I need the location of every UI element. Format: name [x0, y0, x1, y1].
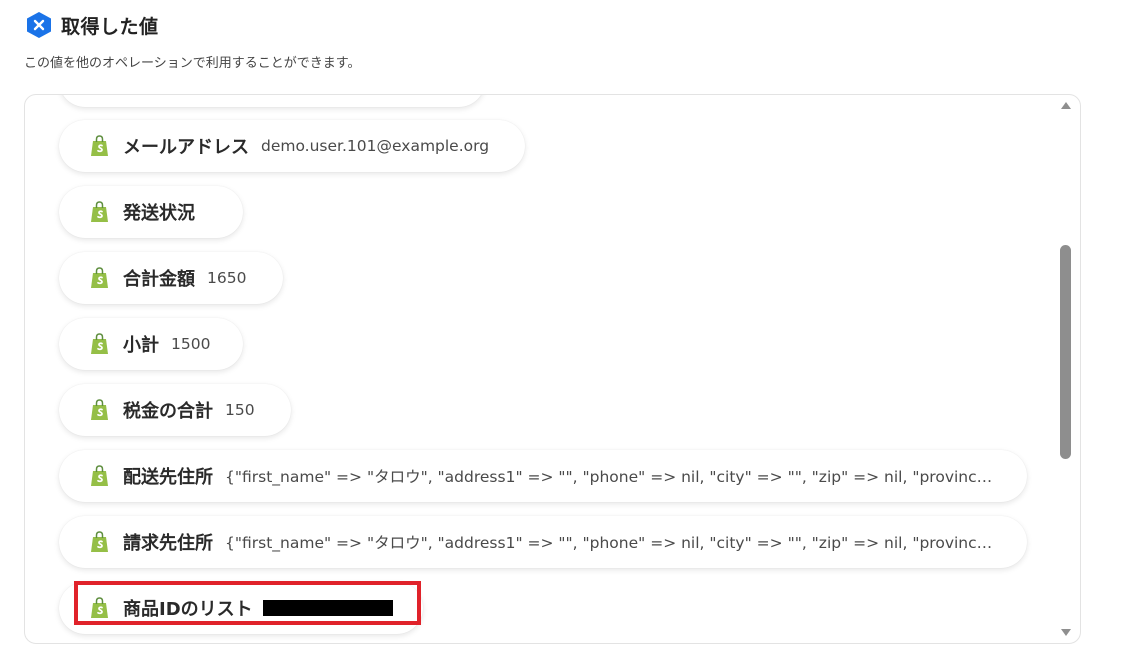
shopify-bag-icon	[91, 531, 108, 552]
shopify-bag-icon	[91, 267, 108, 288]
values-list: メールアドレス demo.user.101@example.org 発送状況 合…	[59, 95, 1040, 643]
value-item-billing-address[interactable]: 請求先住所 {"first_name" => "タロウ", "address1"…	[59, 516, 1027, 568]
scroll-up-arrow-icon[interactable]	[1061, 102, 1071, 109]
item-value: {"first_name" => "タロウ", "address1" => ""…	[225, 468, 997, 486]
shopify-bag-icon	[91, 333, 108, 354]
value-item-shipping-address[interactable]: 配送先住所 {"first_name" => "タロウ", "address1"…	[59, 450, 1027, 502]
item-label: 税金の合計	[123, 401, 213, 422]
scroll-thumb[interactable]	[1060, 245, 1071, 459]
shopify-bag-icon	[91, 201, 108, 222]
item-value: 1650	[207, 269, 247, 287]
value-item-tax-total[interactable]: 税金の合計 150	[59, 384, 291, 436]
section-title: 取得した値	[61, 15, 159, 38]
item-label: 請求先住所	[123, 533, 213, 554]
item-value: 150	[225, 401, 255, 419]
scroll-down-arrow-icon[interactable]	[1061, 629, 1071, 636]
list-item-partial[interactable]	[59, 95, 485, 107]
values-panel: メールアドレス demo.user.101@example.org 発送状況 合…	[24, 94, 1081, 644]
item-label: メールアドレス	[123, 137, 249, 158]
section-header: 取得した値	[26, 10, 159, 40]
item-label: 合計金額	[123, 269, 195, 290]
highlight-annotation	[74, 581, 421, 625]
value-item-shipping-status[interactable]: 発送状況	[59, 186, 243, 238]
value-item-email[interactable]: メールアドレス demo.user.101@example.org	[59, 120, 525, 172]
x-badge-icon	[27, 12, 51, 38]
vertical-scrollbar[interactable]	[1054, 95, 1080, 643]
shopify-bag-icon	[91, 465, 108, 486]
section-description: この値を他のオペレーションで利用することができます。	[24, 56, 361, 71]
shopify-bag-icon	[91, 135, 108, 156]
item-value: demo.user.101@example.org	[261, 137, 490, 155]
item-label: 配送先住所	[123, 467, 213, 488]
item-label: 小計	[123, 335, 159, 356]
value-item-total-amount[interactable]: 合計金額 1650	[59, 252, 283, 304]
shopify-bag-icon	[91, 399, 108, 420]
value-item-subtotal[interactable]: 小計 1500	[59, 318, 243, 370]
item-value: {"first_name" => "タロウ", "address1" => ""…	[225, 534, 997, 552]
item-label: 発送状況	[123, 203, 195, 224]
item-value: 1500	[171, 335, 211, 353]
